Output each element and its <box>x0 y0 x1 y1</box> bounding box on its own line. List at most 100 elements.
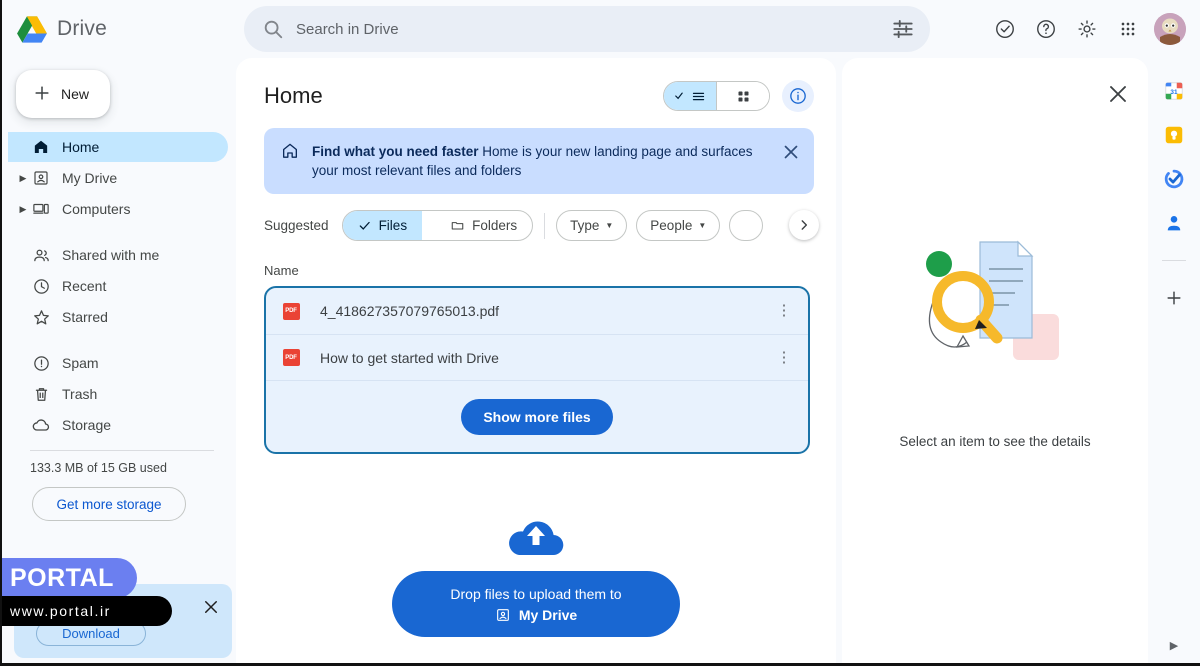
details-info-button[interactable] <box>782 80 814 112</box>
upload-dropzone[interactable]: Drop files to upload them to My Drive <box>236 513 836 637</box>
sidebar-item-shared-with-me[interactable]: Shared with me <box>8 240 228 270</box>
new-button-label: New <box>61 86 89 102</box>
banner-headline: Find what you need faster <box>312 144 479 159</box>
page-title: Home <box>264 83 323 109</box>
chevron-right-icon[interactable]: ▶ <box>16 204 30 215</box>
watermark-brand: PORTAL <box>0 558 137 598</box>
row-more-options-icon[interactable]: ⋮ <box>774 355 794 361</box>
details-empty-text: Select an item to see the details <box>842 434 1148 449</box>
rail-divider <box>1162 260 1186 261</box>
table-row[interactable]: PDF How to get started with Drive ⋮ <box>266 334 808 380</box>
sidebar-item-label: Storage <box>52 417 111 433</box>
sidebar-item-recent[interactable]: Recent <box>8 271 228 301</box>
nav-divider <box>0 225 236 239</box>
chevron-right-icon <box>797 218 811 232</box>
banner-close-icon[interactable] <box>780 141 802 163</box>
view-toggle <box>663 81 770 111</box>
get-more-storage-button[interactable]: Get more storage <box>32 487 186 521</box>
side-app-rail: 31 ▶ <box>1148 58 1200 666</box>
pdf-icon: PDF <box>282 349 300 367</box>
sidebar-item-computers[interactable]: ▶ Computers <box>8 194 228 224</box>
banner-text: Find what you need faster Home is your n… <box>312 141 768 180</box>
filter-chip-overflow[interactable] <box>729 210 763 241</box>
plus-icon <box>32 83 52 106</box>
new-button[interactable]: New <box>16 70 110 118</box>
filter-chip-label: Folders <box>472 218 517 233</box>
sidebar-item-trash[interactable]: Trash <box>8 379 228 409</box>
chevron-down-icon: ▼ <box>605 221 613 230</box>
show-more-row: Show more files <box>266 380 808 452</box>
dropzone-line2: My Drive <box>495 607 577 623</box>
google-tasks-icon[interactable] <box>1163 168 1185 190</box>
top-bar: Drive <box>0 0 1200 58</box>
main-panel: Home <box>236 58 836 666</box>
drop-pill[interactable]: Drop files to upload them to My Drive <box>392 571 680 637</box>
page-edge-left <box>0 0 2 666</box>
sidebar-item-label: Trash <box>52 386 97 402</box>
check-icon <box>358 219 372 233</box>
filter-chip-files[interactable]: Files <box>343 211 423 240</box>
search-bar[interactable] <box>244 6 930 52</box>
chevron-right-icon[interactable]: ▶ <box>16 173 30 184</box>
chip-divider <box>544 213 545 239</box>
active-status-icon[interactable] <box>990 14 1020 44</box>
file-list: PDF 4_418627357079765013.pdf ⋮ PDF How t… <box>264 286 810 454</box>
filter-chip-type[interactable]: Type ▼ <box>556 210 627 241</box>
details-close-icon[interactable] <box>1106 82 1130 106</box>
top-actions <box>990 13 1200 45</box>
grid-view-button[interactable] <box>717 82 769 110</box>
apps-grid-icon[interactable] <box>1113 14 1143 44</box>
chevron-down-icon: ▼ <box>698 221 706 230</box>
chip-scroll-right-button[interactable] <box>789 210 819 240</box>
list-view-button[interactable] <box>664 82 716 110</box>
folder-icon <box>450 218 465 233</box>
google-calendar-icon[interactable]: 31 <box>1163 80 1185 102</box>
my-drive-icon <box>495 607 511 623</box>
cloud-upload-icon <box>505 513 567 557</box>
sidebar-item-spam[interactable]: Spam <box>8 348 228 378</box>
svg-text:31: 31 <box>1170 89 1178 96</box>
filter-chip-label: Type <box>570 218 599 233</box>
brand[interactable]: Drive <box>0 15 240 43</box>
filter-chip-label: People <box>650 218 692 233</box>
cloud-icon <box>30 415 52 435</box>
help-icon[interactable] <box>1031 14 1061 44</box>
sidebar-item-label: Home <box>52 139 99 155</box>
drive-logo-icon <box>16 15 48 43</box>
nav-divider <box>0 333 236 347</box>
settings-gear-icon[interactable] <box>1072 14 1102 44</box>
avatar[interactable] <box>1154 13 1186 45</box>
brand-name: Drive <box>57 17 107 41</box>
add-app-button[interactable] <box>1163 287 1185 309</box>
trash-icon <box>30 385 52 404</box>
search-icon <box>262 18 284 40</box>
files-folders-segmented-control: Files Folders <box>342 210 534 241</box>
show-more-files-button[interactable]: Show more files <box>461 399 612 435</box>
filter-chip-folders[interactable]: Folders <box>435 211 532 240</box>
sidebar-item-home[interactable]: Home <box>8 132 228 162</box>
row-more-options-icon[interactable]: ⋮ <box>774 308 794 314</box>
sidebar-item-storage[interactable]: Storage <box>8 410 228 440</box>
filter-chip-label: Files <box>379 218 408 233</box>
info-banner: Find what you need faster Home is your n… <box>264 128 814 194</box>
google-keep-icon[interactable] <box>1163 124 1185 146</box>
details-panel: Select an item to see the details <box>842 58 1148 666</box>
google-contacts-icon[interactable] <box>1163 212 1185 234</box>
toast-close-icon[interactable] <box>202 598 220 616</box>
sidebar-item-my-drive[interactable]: ▶ My Drive <box>8 163 228 193</box>
dropzone-line1: Drop files to upload them to <box>450 586 621 602</box>
table-row[interactable]: PDF 4_418627357079765013.pdf ⋮ <box>266 288 808 334</box>
home-icon <box>30 138 52 156</box>
star-icon <box>30 308 52 327</box>
dropzone-destination: My Drive <box>519 607 577 623</box>
filter-chip-people[interactable]: People ▼ <box>636 210 720 241</box>
rail-collapse-icon[interactable]: ▶ <box>1170 639 1178 652</box>
clock-icon <box>30 277 52 296</box>
sidebar-item-label: Spam <box>52 355 99 371</box>
sidebar-item-label: Shared with me <box>52 247 159 263</box>
sidebar-item-label: Starred <box>52 309 108 325</box>
tune-icon[interactable] <box>890 16 916 42</box>
sidebar-item-starred[interactable]: Starred <box>8 302 228 332</box>
search-input[interactable] <box>284 21 890 38</box>
header-tools <box>663 80 814 112</box>
